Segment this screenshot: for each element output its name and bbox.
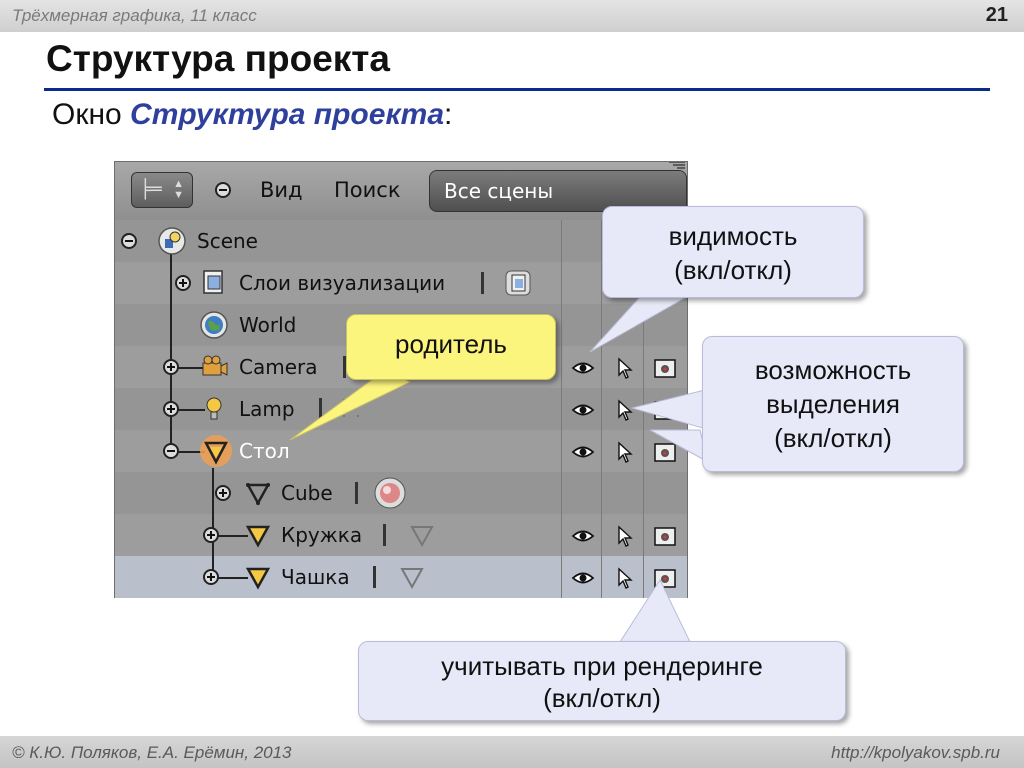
callout-text: (вкл/откл) <box>543 683 661 713</box>
mesh-data-icon[interactable] <box>397 562 427 592</box>
subtitle-emphasis: Структура проекта <box>130 98 445 131</box>
authors: © К.Ю. Поляков, Е.А. Ерёмин, 2013 <box>12 743 292 762</box>
menu-search[interactable]: Поиск <box>334 178 401 202</box>
collapse-icon[interactable] <box>121 233 137 249</box>
list-item[interactable]: Lamp <box>115 388 687 430</box>
separator <box>383 524 386 546</box>
item-label: Lamp <box>239 397 295 421</box>
slide-title: Структура проекта <box>46 38 390 79</box>
eye-icon[interactable] <box>571 567 595 589</box>
camera-icon[interactable] <box>653 357 677 379</box>
page-number: 21 <box>985 4 1008 26</box>
eye-icon[interactable] <box>571 399 595 421</box>
cursor-icon[interactable] <box>613 441 637 463</box>
eye-icon[interactable] <box>571 441 595 463</box>
resize-grip-icon[interactable] <box>659 162 685 174</box>
callout-selectability: возможность выделения (вкл/откл) <box>702 336 964 472</box>
cursor-icon[interactable] <box>613 525 637 547</box>
camera-icon[interactable] <box>653 567 677 589</box>
list-item[interactable]: Стол <box>115 430 687 472</box>
eye-icon[interactable] <box>571 357 595 379</box>
lamp-icon <box>206 397 222 420</box>
collapse-icon[interactable] <box>163 443 179 459</box>
callout-text: (вкл/откл) <box>774 423 892 453</box>
outliner-header: ╞═ ▲ ▼ Вид Поиск Все сцены <box>115 162 687 220</box>
camera-icon[interactable] <box>653 441 677 463</box>
callout-text: выделения <box>766 389 900 419</box>
subtitle-prefix: Окно <box>52 98 131 131</box>
render-layers-icon <box>203 270 223 294</box>
camera-object-icon <box>202 355 228 376</box>
camera-icon[interactable] <box>653 525 677 547</box>
eye-icon[interactable] <box>571 525 595 547</box>
callout-text: (вкл/откл) <box>674 255 792 285</box>
item-label: Cube <box>281 481 333 505</box>
expand-icon[interactable] <box>163 359 179 375</box>
list-item[interactable]: Кружка <box>115 514 687 556</box>
item-label: Кружка <box>281 523 363 547</box>
mesh-object-icon <box>245 483 271 506</box>
subtitle-suffix: : <box>444 98 453 131</box>
separator <box>355 482 358 504</box>
scene-icon <box>158 227 186 255</box>
editor-type-button[interactable]: ╞═ ▲ ▼ <box>131 172 193 208</box>
callout-text: возможность <box>754 355 912 385</box>
menu-view[interactable]: Вид <box>260 178 303 202</box>
render-layers-icon[interactable] <box>503 268 533 298</box>
cursor-icon[interactable] <box>613 357 637 379</box>
slide-footer: © К.Ю. Поляков, Е.А. Ерёмин, 2013 http:/… <box>0 736 1024 768</box>
item-label: Чашка <box>281 565 350 589</box>
item-label: Стол <box>239 439 290 463</box>
item-label: World <box>239 313 297 337</box>
course-name: Трёхмерная графика, 11 класс <box>12 6 257 25</box>
expand-icon[interactable] <box>215 485 231 501</box>
expand-icon[interactable] <box>203 527 219 543</box>
outliner-icon: ╞═ <box>140 179 162 200</box>
list-item[interactable]: Cube <box>115 472 687 514</box>
item-label: Слои визуализации <box>239 271 446 295</box>
expand-icon[interactable] <box>175 275 191 291</box>
title-rule <box>44 88 990 91</box>
callout-parent: родитель <box>346 314 556 380</box>
camera-icon[interactable] <box>653 399 677 421</box>
slide-header: Трёхмерная графика, 11 класс 21 <box>0 0 1024 32</box>
updown-arrows-icon: ▲ ▼ <box>173 178 184 201</box>
site-url[interactable]: http://kpolyakov.spb.ru <box>831 743 1000 763</box>
separator <box>481 272 484 294</box>
lamp-data-icon[interactable] <box>337 394 367 424</box>
expand-icon[interactable] <box>163 401 179 417</box>
mesh-object-icon <box>245 567 271 590</box>
mesh-object-icon <box>245 525 271 548</box>
expand-icon[interactable] <box>203 569 219 585</box>
item-label: Camera <box>239 355 318 379</box>
callout-text: учитывать при рендеринге <box>441 651 763 681</box>
mesh-data-icon[interactable] <box>407 520 437 550</box>
separator <box>319 398 322 420</box>
material-icon[interactable] <box>373 476 407 510</box>
callout-renderability: учитывать при рендеринге (вкл/откл) <box>358 641 846 721</box>
callout-visibility: видимость (вкл/откл) <box>602 206 864 298</box>
cursor-icon[interactable] <box>613 567 637 589</box>
slide-subtitle: Окно Структура проекта: <box>52 98 452 132</box>
callout-text: видимость <box>668 221 798 251</box>
separator <box>373 566 376 588</box>
world-icon <box>200 311 228 339</box>
collapse-menu-icon[interactable] <box>215 182 231 198</box>
mesh-object-icon <box>200 435 232 467</box>
cursor-icon[interactable] <box>613 399 637 421</box>
item-label: Scene <box>197 229 258 253</box>
list-item[interactable]: Чашка <box>115 556 687 598</box>
